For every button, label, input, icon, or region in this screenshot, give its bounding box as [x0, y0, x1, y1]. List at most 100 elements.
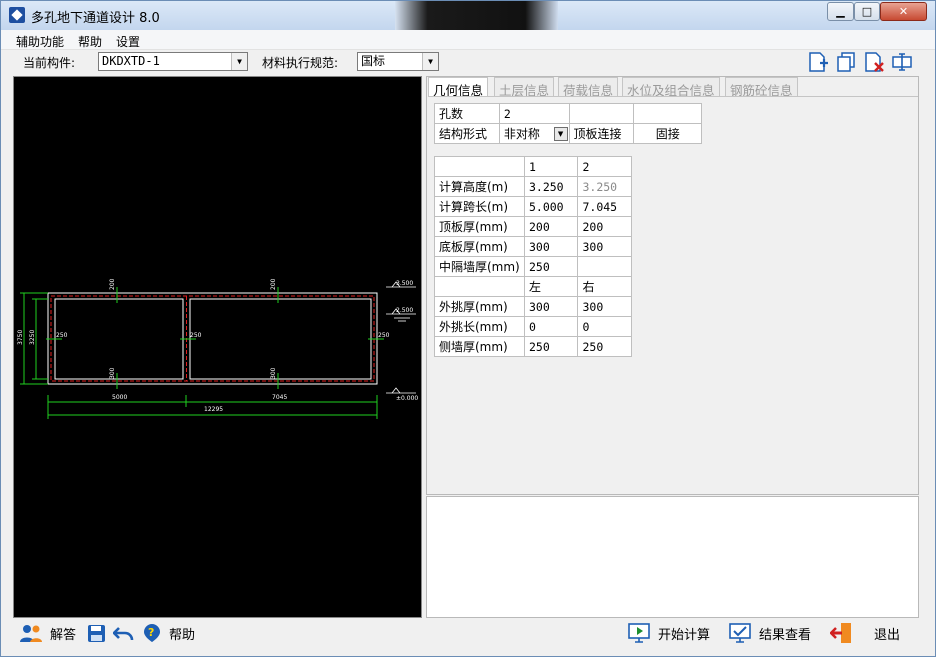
menu-help[interactable]: 帮助 [78, 33, 102, 50]
exit-label: 退出 [874, 627, 901, 643]
top-slab-2[interactable]: 200 [577, 216, 632, 237]
holes-input[interactable]: 2 [498, 103, 570, 124]
save-icon[interactable] [87, 624, 106, 643]
output-textarea[interactable] [426, 496, 919, 618]
drawing-canvas[interactable]: 200 200 300 300 250 250 250 5000 7045 12… [13, 76, 422, 618]
new-component-icon[interactable] [807, 51, 829, 73]
svg-text:?: ? [148, 626, 154, 639]
monitor-play-icon [628, 623, 650, 643]
dim-top-left: 200 [109, 278, 116, 290]
overhang-thick-left[interactable]: 300 [523, 296, 579, 317]
bottom-slab-1[interactable]: 300 [523, 236, 579, 257]
menu-settings[interactable]: 设置 [116, 33, 140, 50]
top-slab-1[interactable]: 200 [523, 216, 579, 237]
tab-rebar[interactable]: 钢筋砼信息 [725, 77, 798, 98]
empty-cell [633, 103, 702, 124]
calc-height-2: 3.250 [577, 176, 632, 197]
row-label: 底板厚(mm) [434, 236, 525, 257]
section-drawing: 200 200 300 300 250 250 250 5000 7045 12… [17, 278, 418, 419]
start-calc-label: 开始计算 [658, 627, 711, 643]
component-select[interactable]: DKDXTD-1 ▼ [98, 52, 248, 71]
chevron-down-icon: ▼ [422, 53, 438, 70]
tab-soil[interactable]: 土层信息 [494, 77, 555, 98]
side-wall-right[interactable]: 250 [577, 336, 632, 357]
holes-label: 孔数 [434, 103, 500, 124]
menu-tools[interactable]: 辅助功能 [16, 33, 64, 50]
dim-wall-left: 250 [56, 332, 68, 339]
row-label: 中隔墙厚(mm) [434, 256, 525, 277]
row-label: 外挑厚(mm) [434, 296, 525, 317]
form-label: 结构形式 [434, 123, 500, 144]
col-header-2: 2 [577, 156, 632, 177]
start-calc-button[interactable]: 开始计算 [628, 622, 710, 644]
answer-label: 解答 [50, 627, 77, 643]
copy-component-icon[interactable] [835, 51, 857, 73]
chevron-down-icon: ▼ [553, 127, 568, 141]
chevron-down-icon: ▼ [231, 53, 247, 70]
overhang-len-left[interactable]: 0 [523, 316, 579, 337]
dim-bottom-left: 300 [109, 367, 116, 379]
row-label: 侧墙厚(mm) [434, 336, 525, 357]
top-conn-label: 顶板连接 [568, 123, 635, 144]
dim-height-outer: 3750 [17, 330, 24, 345]
users-icon [20, 625, 42, 642]
row-label: 计算跨长(m) [434, 196, 525, 217]
title-bar[interactable]: 多孔地下通道设计 8.0 ▁ □ ✕ [1, 1, 935, 30]
delete-component-icon[interactable] [863, 51, 885, 73]
side-header-left: 左 [523, 276, 579, 297]
code-select[interactable]: 国标 ▼ [357, 52, 439, 71]
level-water: 2.500 [396, 307, 413, 314]
answer-button[interactable]: 解答 [20, 622, 76, 644]
empty-cell [568, 103, 635, 124]
tab-load[interactable]: 荷载信息 [558, 77, 619, 98]
calc-span-1[interactable]: 5.000 [523, 196, 579, 217]
level-top: 3.500 [396, 280, 413, 287]
form-select[interactable]: 非对称 ▼ [498, 123, 570, 144]
view-results-button[interactable]: 结果查看 [729, 622, 811, 644]
maximize-icon: □ [861, 5, 873, 18]
menu-bar: 辅助功能 帮助 设置 [1, 30, 935, 50]
mid-wall-1[interactable]: 250 [523, 256, 579, 277]
code-label: 材料执行规范: [262, 56, 339, 70]
component-select-value: DKDXTD-1 [102, 54, 160, 68]
row-label: 顶板厚(mm) [434, 216, 525, 237]
basic-info-table: 孔数 2 结构形式 非对称 ▼ 顶板连接 固接 [434, 103, 702, 144]
undo-icon[interactable] [113, 625, 135, 642]
dim-wall-mid: 250 [190, 332, 202, 339]
app-logo-icon [9, 7, 25, 23]
header-corner [434, 156, 525, 177]
dim-bottom-right: 300 [270, 367, 277, 379]
mid-wall-2 [577, 256, 632, 277]
calc-height-1[interactable]: 3.250 [523, 176, 579, 197]
row-label: 计算高度(m) [434, 176, 525, 197]
dim-span-total: 12295 [204, 406, 223, 413]
tab-water-combo[interactable]: 水位及组合信息 [622, 77, 720, 98]
close-icon: ✕ [898, 5, 909, 18]
help-pin-icon: ? [144, 624, 160, 642]
calc-span-2[interactable]: 7.045 [577, 196, 632, 217]
form-select-value: 非对称 [503, 127, 540, 141]
component-label: 当前构件: [23, 56, 76, 70]
minimize-button[interactable]: ▁ [827, 2, 854, 21]
rename-component-icon[interactable] [891, 51, 913, 73]
overhang-len-right[interactable]: 0 [577, 316, 632, 337]
help-button[interactable]: ? 帮助 [143, 622, 195, 644]
dim-wall-right: 250 [378, 332, 390, 339]
app-window: 多孔地下通道设计 8.0 ▁ □ ✕ 辅助功能 帮助 设置 当前构件: DKDX… [0, 0, 936, 657]
top-conn-value[interactable]: 固接 [633, 123, 702, 144]
window-title: 多孔地下通道设计 8.0 [31, 11, 160, 26]
dim-span-right: 7045 [272, 394, 287, 401]
side-header-right: 右 [577, 276, 632, 297]
minimize-icon: ▁ [836, 5, 845, 18]
col-header-1: 1 [523, 156, 579, 177]
overhang-thick-right[interactable]: 300 [577, 296, 632, 317]
side-wall-left[interactable]: 250 [523, 336, 579, 357]
help-label: 帮助 [169, 627, 196, 643]
monitor-check-icon [729, 623, 751, 643]
close-button[interactable]: ✕ [880, 2, 927, 21]
bottom-slab-2[interactable]: 300 [577, 236, 632, 257]
geometry-table: 1 2 计算高度(m) 3.250 3.250 计算跨长(m) 5.000 7.… [434, 156, 632, 357]
maximize-button[interactable]: □ [854, 2, 880, 21]
exit-button[interactable]: 退出 [830, 622, 900, 644]
tab-geometry[interactable]: 几何信息 [428, 77, 489, 98]
